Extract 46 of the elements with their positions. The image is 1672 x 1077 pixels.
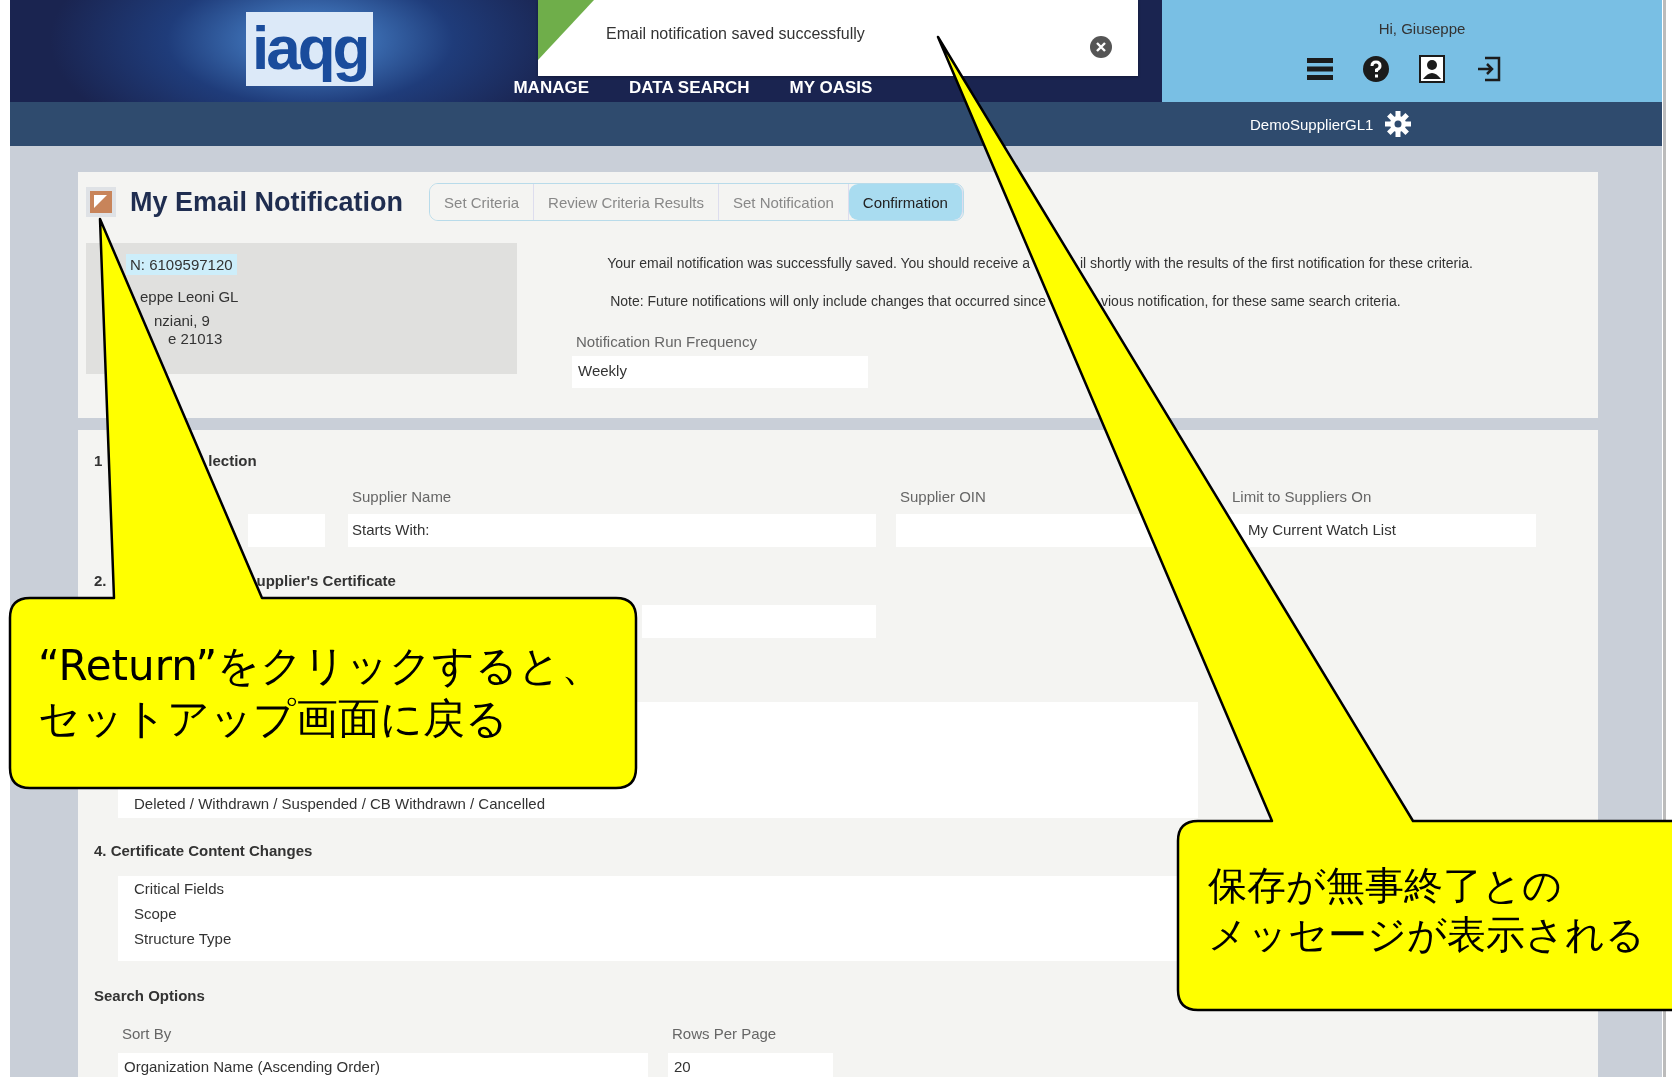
logo[interactable]: iaqg [246,12,374,86]
menu-icon[interactable] [1307,56,1333,82]
user-profile-icon[interactable] [1419,55,1445,83]
step-tab[interactable]: Confirmation [848,184,963,220]
note-text: vious notification, for these same search criteria. [1101,292,1401,311]
nav-link[interactable]: DATA SEARCH [629,78,750,98]
return-button[interactable] [86,187,116,217]
list-text: Scope [134,905,177,922]
field-label: Supplier Name [351,488,453,506]
field-label: Notification Run Frequency [576,333,758,350]
account-name[interactable]: DemoSupplierGL1 [1250,115,1374,133]
settings-icon[interactable] [1385,111,1412,137]
section-heading: 1 [94,452,103,471]
logout-icon[interactable] [1475,55,1503,83]
help-icon[interactable] [1363,56,1389,82]
success-flag-icon [538,0,594,60]
sort-field: Organization Name (Ascending Order) [118,1053,648,1077]
list-text: Critical Fields [134,880,224,897]
supplier-detail: eppe Leoni GL [140,288,239,305]
supplier-detail: e 21013 [168,330,223,347]
nav-link[interactable]: MANAGE [513,78,589,98]
callout-text: 保存が無事終了との メッセージが表示される [1208,862,1645,959]
page-title: My Email Notification [130,186,404,218]
section-heading: 2. [94,572,107,591]
note-text: Note: Future notifications will only include changes that occurred since [609,292,1046,311]
section-heading: lection [208,452,257,471]
toast-message: Email notification saved successfully [606,25,865,43]
supplier-detail: N: 6109597120 [126,254,237,275]
user-greeting: Hi, Giuseppe [1378,20,1466,37]
field-label: Supplier OIN [899,488,987,506]
field-label: Sort By [121,1025,173,1043]
nav-link[interactable]: MY OASIS [789,78,873,98]
confirmation-message: il shortly with the results of the first notification for these criteria. [1080,254,1473,273]
close-icon[interactable] [1090,36,1112,58]
field-label: Rows Per Page [671,1025,778,1043]
field-label: Limit to Suppliers On [1231,488,1373,506]
section-heading: Search Options [94,987,205,1006]
section-heading: 4. Certificate Content Changes [94,842,313,861]
confirmation-message: Your email notification was successfully saved. You should receive a [606,254,1030,273]
list-text: Structure Type [134,930,232,947]
supplier-detail: nziani, 9 [154,312,210,329]
list-text: Deleted / Withdrawn / Suspended / CB Withdrawn / Cancelled [134,795,547,812]
callout-text: “Return”をクリックすると、 セットアップ画面に戻る [38,640,604,745]
section-heading: upplier's Certificate [256,572,396,591]
frequency-field: Weekly [572,356,868,388]
rows-field: 20 [668,1053,833,1077]
